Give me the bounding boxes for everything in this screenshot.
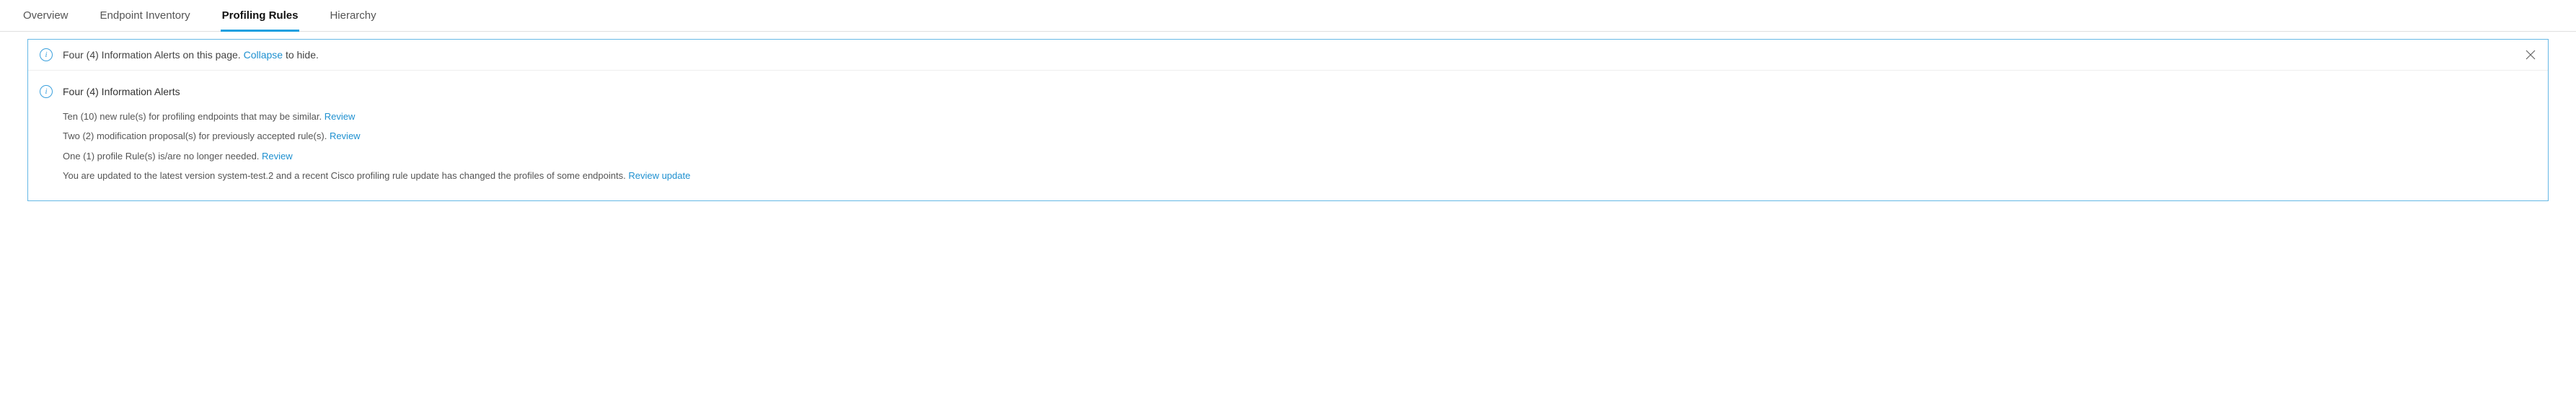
alert-summary-text: Four (4) Information Alerts on this page… [63, 49, 319, 61]
alert-item-text: One (1) profile Rule(s) is/are no longer… [63, 151, 262, 162]
alert-items-list: Ten (10) new rule(s) for profiling endpo… [63, 107, 2536, 186]
summary-prefix: Four (4) Information Alerts on this page… [63, 49, 244, 61]
alert-item-text: Ten (10) new rule(s) for profiling endpo… [63, 111, 325, 122]
alert-item: One (1) profile Rule(s) is/are no longer… [63, 146, 2536, 166]
tab-profiling-rules[interactable]: Profiling Rules [221, 0, 300, 31]
tab-label: Hierarchy [330, 9, 376, 22]
tab-label: Endpoint Inventory [100, 9, 190, 22]
alert-box: i Four (4) Information Alerts on this pa… [27, 39, 2549, 201]
info-icon: i [40, 85, 53, 98]
tab-overview[interactable]: Overview [22, 0, 70, 31]
tab-label: Profiling Rules [222, 9, 299, 22]
close-button[interactable] [2523, 48, 2538, 62]
alert-item: You are updated to the latest version sy… [63, 166, 2536, 185]
review-link[interactable]: Review [325, 111, 356, 122]
info-icon: i [40, 48, 53, 61]
alert-details-header: i Four (4) Information Alerts [40, 85, 2536, 98]
summary-suffix: to hide. [283, 49, 319, 61]
tab-endpoint-inventory[interactable]: Endpoint Inventory [99, 0, 192, 31]
alert-details: i Four (4) Information Alerts Ten (10) n… [28, 71, 2548, 200]
alert-details-title: Four (4) Information Alerts [63, 86, 180, 97]
alert-item: Two (2) modification proposal(s) for pre… [63, 126, 2536, 146]
alert-item-text: You are updated to the latest version sy… [63, 170, 628, 181]
alert-summary: i Four (4) Information Alerts on this pa… [28, 40, 2548, 71]
tabs-bar: Overview Endpoint Inventory Profiling Ru… [0, 0, 2576, 32]
review-link[interactable]: Review [330, 131, 361, 141]
tab-hierarchy[interactable]: Hierarchy [328, 0, 377, 31]
review-link[interactable]: Review [262, 151, 293, 162]
review-update-link[interactable]: Review update [628, 170, 690, 181]
alert-item-text: Two (2) modification proposal(s) for pre… [63, 131, 330, 141]
collapse-link[interactable]: Collapse [244, 49, 283, 61]
alert-item: Ten (10) new rule(s) for profiling endpo… [63, 107, 2536, 126]
content-area: i Four (4) Information Alerts on this pa… [0, 32, 2576, 216]
close-icon [2526, 50, 2536, 60]
tab-label: Overview [23, 9, 69, 22]
